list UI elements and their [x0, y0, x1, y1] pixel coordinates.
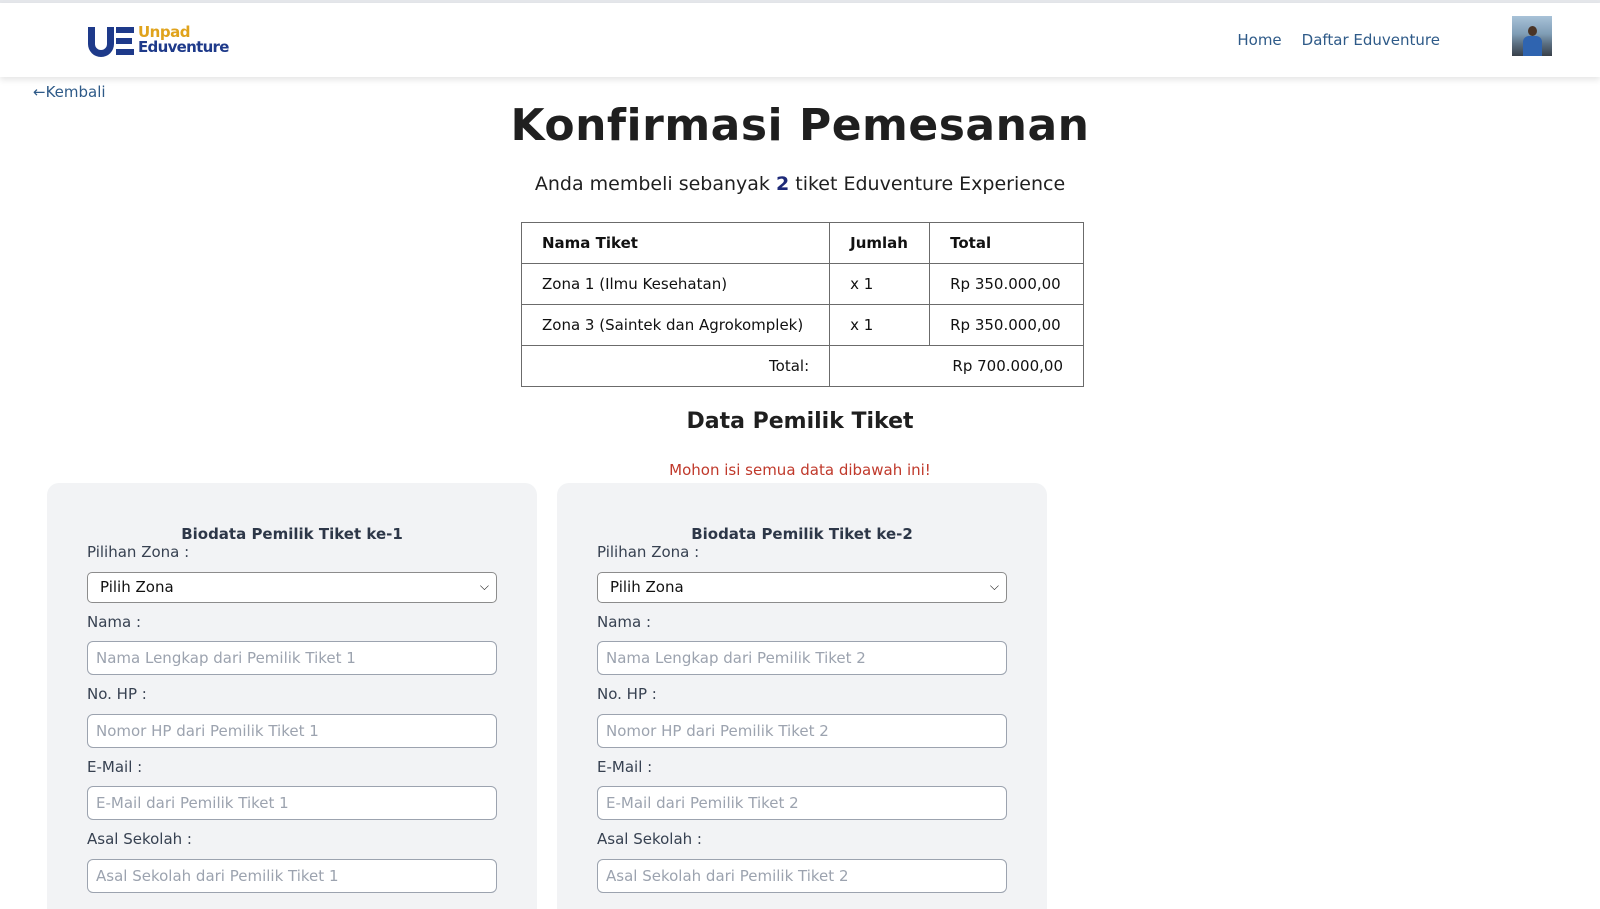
- school-label: Asal Sekolah :: [597, 830, 702, 848]
- name-input[interactable]: Nama Lengkap dari Pemilik Tiket 2: [597, 641, 1007, 675]
- zone-label: Pilihan Zona :: [597, 543, 700, 561]
- zone-select-value: Pilih Zona: [610, 578, 684, 596]
- logo-word-eduventure: Eduventure: [138, 38, 229, 56]
- phone-input[interactable]: Nomor HP dari Pemilik Tiket 2: [597, 714, 1007, 748]
- name-input[interactable]: Nama Lengkap dari Pemilik Tiket 1: [87, 641, 497, 675]
- ticket-qty-cell: x 1: [829, 304, 931, 346]
- user-avatar[interactable]: [1512, 16, 1552, 56]
- avatar-body-shape: [1523, 36, 1542, 56]
- ticket-holder-form-2: Biodata Pemilik Tiket ke-2 Pilihan Zona …: [557, 483, 1047, 909]
- ticket-total-cell: Rp 350.000,00: [929, 304, 1084, 346]
- table-total-row: Total: Rp 700.000,00: [520, 345, 1084, 387]
- unpad-eduventure-logo[interactable]: Unpad Eduventure: [87, 21, 229, 61]
- zone-label: Pilihan Zona :: [87, 543, 190, 561]
- email-input[interactable]: E-Mail dari Pemilik Tiket 1: [87, 786, 497, 820]
- nav-daftar-eduventure-link[interactable]: Daftar Eduventure: [1302, 31, 1440, 49]
- email-label: E-Mail :: [597, 758, 653, 776]
- name-label: Nama :: [597, 613, 652, 631]
- navbar: Unpad Eduventure Home Daftar Eduventure: [0, 3, 1600, 77]
- table-row: Zona 3 (Saintek dan Agrokomplek) x 1 Rp …: [520, 304, 1084, 346]
- zone-select-value: Pilih Zona: [100, 578, 174, 596]
- chevron-down-icon: ⌵: [479, 579, 489, 593]
- ticket-total-cell: Rp 350.000,00: [929, 263, 1084, 305]
- school-input[interactable]: Asal Sekolah dari Pemilik Tiket 2: [597, 859, 1007, 893]
- ticket-name-cell: Zona 3 (Saintek dan Agrokomplek): [520, 304, 831, 346]
- order-summary-table: Nama Tiket Jumlah Total Zona 1 (Ilmu Kes…: [520, 222, 1084, 387]
- subtitle-before: Anda membeli sebanyak: [534, 173, 770, 195]
- nav-links: Home Daftar Eduventure: [1237, 31, 1440, 49]
- total-label-cell: Total:: [520, 345, 831, 387]
- column-header-jumlah: Jumlah: [829, 222, 931, 264]
- purchase-summary-text: Anda membeli sebanyak 2 tiket Eduventure…: [0, 173, 1600, 195]
- form-title: Biodata Pemilik Tiket ke-2: [691, 525, 913, 543]
- warning-message: Mohon isi semua data dibawah ini!: [669, 461, 931, 479]
- email-label: E-Mail :: [87, 758, 143, 776]
- back-link[interactable]: ←Kembali: [33, 83, 106, 101]
- name-label: Nama :: [87, 613, 142, 631]
- school-input[interactable]: Asal Sekolah dari Pemilik Tiket 1: [87, 859, 497, 893]
- page-title: Konfirmasi Pemesanan: [510, 100, 1090, 151]
- phone-label: No. HP :: [87, 685, 147, 703]
- column-header-nama-tiket: Nama Tiket: [520, 222, 831, 264]
- ue-logo-icon: [88, 27, 134, 57]
- email-input[interactable]: E-Mail dari Pemilik Tiket 2: [597, 786, 1007, 820]
- nav-home-link[interactable]: Home: [1237, 31, 1281, 49]
- table-row: Zona 1 (Ilmu Kesehatan) x 1 Rp 350.000,0…: [520, 263, 1084, 305]
- table-header-row: Nama Tiket Jumlah Total: [520, 222, 1084, 264]
- ticket-name-cell: Zona 1 (Ilmu Kesehatan): [520, 263, 831, 305]
- ticket-holder-form-1: Biodata Pemilik Tiket ke-1 Pilihan Zona …: [47, 483, 537, 909]
- school-label: Asal Sekolah :: [87, 830, 192, 848]
- chevron-down-icon: ⌵: [989, 579, 999, 593]
- column-header-total: Total: [929, 222, 1084, 264]
- avatar-head-shape: [1528, 26, 1537, 36]
- ticket-quantity: 2: [775, 173, 790, 195]
- ticket-qty-cell: x 1: [829, 263, 931, 305]
- zone-select[interactable]: Pilih Zona ⌵: [87, 572, 497, 603]
- form-title: Biodata Pemilik Tiket ke-1: [181, 525, 403, 543]
- phone-input[interactable]: Nomor HP dari Pemilik Tiket 1: [87, 714, 497, 748]
- phone-label: No. HP :: [597, 685, 657, 703]
- section-title: Data Pemilik Tiket: [686, 409, 914, 434]
- subtitle-after: tiket Eduventure Experience: [795, 173, 1066, 195]
- grand-total-cell: Rp 700.000,00: [829, 345, 1084, 387]
- zone-select[interactable]: Pilih Zona ⌵: [597, 572, 1007, 603]
